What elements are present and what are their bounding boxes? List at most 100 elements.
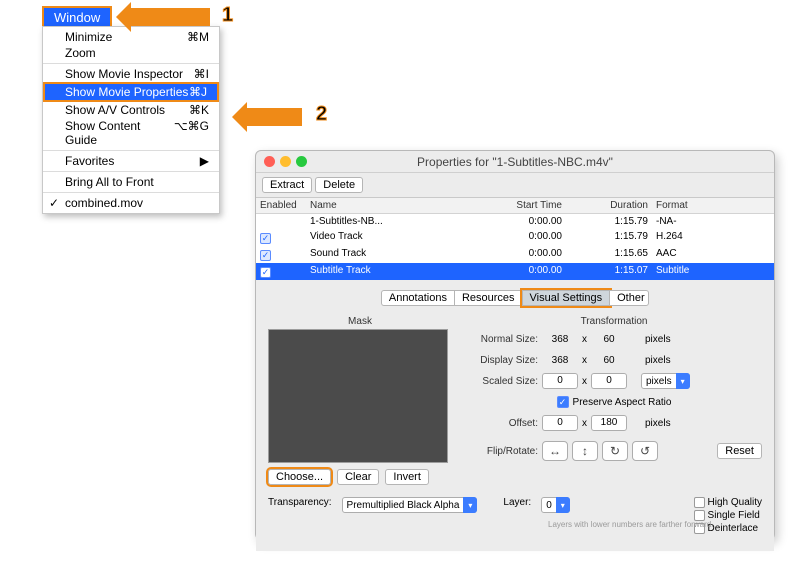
col-name[interactable]: Name bbox=[306, 198, 466, 213]
enabled-checkbox[interactable]: ✓ bbox=[260, 267, 271, 278]
menu-label: Favorites bbox=[65, 154, 114, 168]
table-row[interactable]: 1-Subtitles-NB... 0:00.00 1:15.79 -NA- bbox=[256, 214, 774, 229]
menu-separator bbox=[43, 150, 219, 151]
chevron-updown-icon: ▾ bbox=[676, 373, 690, 389]
enabled-checkbox[interactable]: ✓ bbox=[260, 233, 271, 244]
clear-mask-button[interactable]: Clear bbox=[337, 469, 379, 485]
single-field-label: Single Field bbox=[708, 510, 760, 521]
toolbar: Extract Delete bbox=[256, 173, 774, 197]
table-row[interactable]: ✓ Sound Track 0:00.00 1:15.65 AAC bbox=[256, 246, 774, 263]
cell-name: 1-Subtitles-NB... bbox=[306, 214, 466, 229]
normal-height: 60 bbox=[591, 334, 627, 345]
col-format[interactable]: Format bbox=[652, 198, 752, 213]
menu-show-inspector[interactable]: Show Movie Inspector⌘I bbox=[43, 66, 219, 82]
window-title: Properties for "1-Subtitles-NBC.m4v" bbox=[417, 155, 613, 169]
menu-show-content-guide[interactable]: Show Content Guide⌥⌘G bbox=[43, 118, 219, 148]
callout-arrow-1-icon bbox=[130, 8, 210, 26]
menu-combined-mov[interactable]: combined.mov bbox=[43, 195, 219, 211]
cell-duration: 1:15.79 bbox=[566, 214, 652, 229]
menu-shortcut: ⌥⌘G bbox=[174, 119, 209, 147]
scaled-unit-select[interactable]: pixels ▾ bbox=[641, 373, 690, 389]
cell-format: AAC bbox=[652, 246, 752, 263]
scaled-width-field[interactable]: 0 bbox=[542, 373, 578, 389]
menu-label: Show Movie Properties bbox=[65, 85, 188, 99]
zoom-icon[interactable] bbox=[296, 156, 307, 167]
transparency-select[interactable]: Premultiplied Black Alpha▾ bbox=[342, 497, 478, 513]
chevron-updown-icon: ▾ bbox=[463, 497, 477, 513]
menu-label: combined.mov bbox=[65, 196, 143, 210]
tab-annotations[interactable]: Annotations bbox=[381, 290, 455, 306]
flip-vertical-button[interactable]: ↕ bbox=[572, 441, 598, 461]
reset-button[interactable]: Reset bbox=[717, 443, 762, 459]
tracks-table: Enabled Name Start Time Duration Format … bbox=[256, 197, 774, 280]
x-separator: x bbox=[582, 418, 587, 429]
menu-shortcut: ⌘M bbox=[187, 30, 209, 44]
enabled-checkbox[interactable]: ✓ bbox=[260, 250, 271, 261]
x-separator: x bbox=[582, 334, 587, 345]
select-value: Premultiplied Black Alpha bbox=[347, 500, 460, 511]
menu-label: Bring All to Front bbox=[65, 175, 154, 189]
callout-arrow-2-icon bbox=[246, 108, 302, 126]
invert-mask-button[interactable]: Invert bbox=[385, 469, 429, 485]
layer-stepper[interactable]: 0▾ bbox=[541, 497, 570, 513]
transformation-label: Transformation bbox=[466, 316, 762, 327]
cell-start: 0:00.00 bbox=[466, 246, 566, 263]
menu-label: Zoom bbox=[65, 46, 96, 60]
cell-start: 0:00.00 bbox=[466, 214, 566, 229]
tab-other[interactable]: Other bbox=[609, 290, 649, 306]
titlebar: Properties for "1-Subtitles-NBC.m4v" bbox=[256, 151, 774, 173]
select-value: pixels bbox=[646, 376, 672, 387]
cell-name: Video Track bbox=[306, 229, 466, 246]
table-header: Enabled Name Start Time Duration Format bbox=[256, 198, 774, 214]
close-icon[interactable] bbox=[264, 156, 275, 167]
minimize-icon[interactable] bbox=[280, 156, 291, 167]
flip-horizontal-button[interactable]: ↔ bbox=[542, 441, 568, 461]
offset-y-field[interactable]: 180 bbox=[591, 415, 627, 431]
menu-separator bbox=[43, 63, 219, 64]
table-row[interactable]: ✓ Subtitle Track 0:00.00 1:15.07 Subtitl… bbox=[256, 263, 774, 280]
choose-mask-button[interactable]: Choose... bbox=[268, 469, 331, 485]
menu-separator bbox=[43, 192, 219, 193]
menu-zoom[interactable]: Zoom bbox=[43, 45, 219, 61]
menu-show-properties[interactable]: Show Movie Properties⌘J bbox=[43, 82, 219, 102]
display-width: 368 bbox=[542, 355, 578, 366]
menu-minimize[interactable]: Minimize ⌘M bbox=[43, 29, 219, 45]
offset-x-field[interactable]: 0 bbox=[542, 415, 578, 431]
window-menu-dropdown: Minimize ⌘M Zoom Show Movie Inspector⌘I S… bbox=[42, 26, 220, 214]
menu-label: Show A/V Controls bbox=[65, 103, 165, 117]
high-quality-checkbox[interactable] bbox=[694, 497, 705, 508]
deinterlace-label: Deinterlace bbox=[708, 523, 759, 534]
rotate-ccw-button[interactable]: ↺ bbox=[632, 441, 658, 461]
callout-number-1: 1 bbox=[222, 5, 233, 25]
callout-number-2: 2 bbox=[316, 104, 327, 124]
menu-label: Show Movie Inspector bbox=[65, 67, 183, 81]
menu-separator bbox=[43, 171, 219, 172]
extract-button[interactable]: Extract bbox=[262, 177, 312, 193]
normal-width: 368 bbox=[542, 334, 578, 345]
cell-format: Subtitle bbox=[652, 263, 752, 280]
tab-resources[interactable]: Resources bbox=[454, 290, 523, 306]
cell-format: -NA- bbox=[652, 214, 752, 229]
cell-name: Subtitle Track bbox=[306, 263, 466, 280]
cell-duration: 1:15.65 bbox=[566, 246, 652, 263]
tab-visual-settings[interactable]: Visual Settings bbox=[522, 290, 611, 306]
menu-bring-all-to-front[interactable]: Bring All to Front bbox=[43, 174, 219, 190]
properties-window: Properties for "1-Subtitles-NBC.m4v" Ext… bbox=[255, 150, 775, 540]
preserve-aspect-checkbox[interactable]: ✓ bbox=[557, 396, 569, 408]
scaled-height-field[interactable]: 0 bbox=[591, 373, 627, 389]
col-start[interactable]: Start Time bbox=[466, 198, 566, 213]
col-enabled[interactable]: Enabled bbox=[256, 198, 306, 213]
pixels-label: pixels bbox=[645, 334, 671, 345]
cell-start: 0:00.00 bbox=[466, 229, 566, 246]
transparency-label: Transparency: bbox=[268, 497, 332, 508]
delete-button[interactable]: Delete bbox=[315, 177, 363, 193]
table-row[interactable]: ✓ Video Track 0:00.00 1:15.79 H.264 bbox=[256, 229, 774, 246]
scaled-size-label: Scaled Size: bbox=[466, 376, 538, 387]
col-duration[interactable]: Duration bbox=[566, 198, 652, 213]
cell-format: H.264 bbox=[652, 229, 752, 246]
menu-label: Minimize bbox=[65, 30, 112, 44]
menu-favorites[interactable]: Favorites▶ bbox=[43, 153, 219, 169]
menu-show-av-controls[interactable]: Show A/V Controls⌘K bbox=[43, 102, 219, 118]
cell-duration: 1:15.79 bbox=[566, 229, 652, 246]
rotate-cw-button[interactable]: ↻ bbox=[602, 441, 628, 461]
